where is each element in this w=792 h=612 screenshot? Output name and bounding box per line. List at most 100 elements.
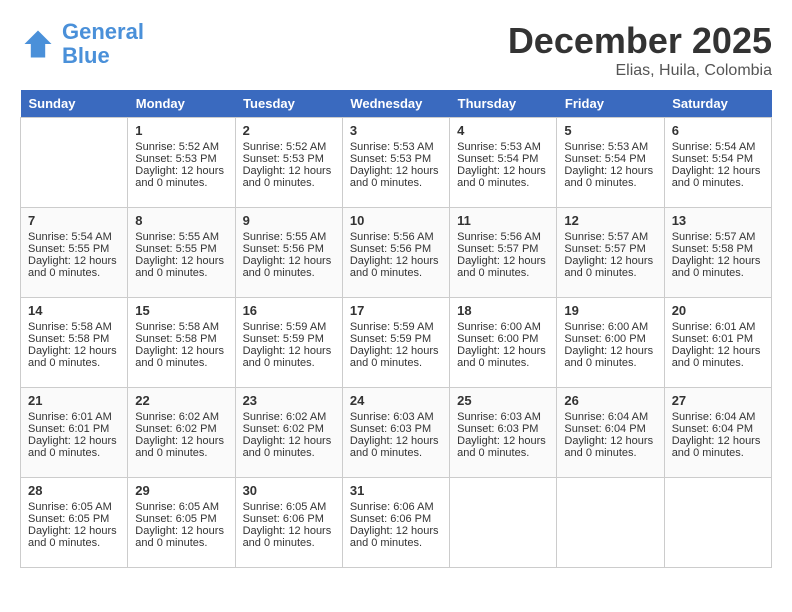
calendar-cell: 9Sunrise: 5:55 AMSunset: 5:56 PMDaylight… — [235, 208, 342, 298]
sunrise-text: Sunrise: 6:01 AM — [672, 321, 764, 333]
daylight-text: Daylight: 12 hours and 0 minutes. — [457, 435, 549, 459]
day-number: 7 — [28, 213, 120, 228]
daylight-text: Daylight: 12 hours and 0 minutes. — [243, 435, 335, 459]
daylight-text: Daylight: 12 hours and 0 minutes. — [672, 345, 764, 369]
daylight-text: Daylight: 12 hours and 0 minutes. — [672, 165, 764, 189]
sunset-text: Sunset: 6:04 PM — [564, 423, 656, 435]
day-number: 2 — [243, 123, 335, 138]
day-number: 24 — [350, 393, 442, 408]
daylight-text: Daylight: 12 hours and 0 minutes. — [28, 525, 120, 549]
sunrise-text: Sunrise: 5:59 AM — [350, 321, 442, 333]
sunrise-text: Sunrise: 6:06 AM — [350, 501, 442, 513]
day-number: 14 — [28, 303, 120, 318]
logo-general: General — [62, 19, 144, 44]
sunrise-text: Sunrise: 6:03 AM — [457, 411, 549, 423]
sunrise-text: Sunrise: 5:56 AM — [457, 231, 549, 243]
calendar-cell: 4Sunrise: 5:53 AMSunset: 5:54 PMDaylight… — [450, 118, 557, 208]
calendar-cell: 19Sunrise: 6:00 AMSunset: 6:00 PMDayligh… — [557, 298, 664, 388]
daylight-text: Daylight: 12 hours and 0 minutes. — [350, 525, 442, 549]
sunrise-text: Sunrise: 5:57 AM — [672, 231, 764, 243]
sunrise-text: Sunrise: 5:52 AM — [135, 141, 227, 153]
calendar-cell: 14Sunrise: 5:58 AMSunset: 5:58 PMDayligh… — [21, 298, 128, 388]
calendar-table: SundayMondayTuesdayWednesdayThursdayFrid… — [20, 90, 772, 568]
calendar-cell: 31Sunrise: 6:06 AMSunset: 6:06 PMDayligh… — [342, 478, 449, 568]
sunrise-text: Sunrise: 5:55 AM — [135, 231, 227, 243]
day-number: 11 — [457, 213, 549, 228]
sunset-text: Sunset: 6:03 PM — [350, 423, 442, 435]
daylight-text: Daylight: 12 hours and 0 minutes. — [28, 255, 120, 279]
calendar-cell: 2Sunrise: 5:52 AMSunset: 5:53 PMDaylight… — [235, 118, 342, 208]
sunrise-text: Sunrise: 5:54 AM — [672, 141, 764, 153]
sunset-text: Sunset: 5:56 PM — [243, 243, 335, 255]
logo-blue: Blue — [62, 43, 110, 68]
day-number: 22 — [135, 393, 227, 408]
daylight-text: Daylight: 12 hours and 0 minutes. — [135, 255, 227, 279]
sunset-text: Sunset: 5:54 PM — [672, 153, 764, 165]
day-number: 8 — [135, 213, 227, 228]
day-number: 18 — [457, 303, 549, 318]
header-row: SundayMondayTuesdayWednesdayThursdayFrid… — [21, 90, 772, 118]
day-number: 10 — [350, 213, 442, 228]
sunset-text: Sunset: 5:53 PM — [243, 153, 335, 165]
sunrise-text: Sunrise: 5:52 AM — [243, 141, 335, 153]
daylight-text: Daylight: 12 hours and 0 minutes. — [457, 345, 549, 369]
sunset-text: Sunset: 6:00 PM — [564, 333, 656, 345]
sunrise-text: Sunrise: 5:53 AM — [350, 141, 442, 153]
sunset-text: Sunset: 5:57 PM — [457, 243, 549, 255]
calendar-cell: 10Sunrise: 5:56 AMSunset: 5:56 PMDayligh… — [342, 208, 449, 298]
calendar-cell: 22Sunrise: 6:02 AMSunset: 6:02 PMDayligh… — [128, 388, 235, 478]
sunrise-text: Sunrise: 6:03 AM — [350, 411, 442, 423]
calendar-cell: 5Sunrise: 5:53 AMSunset: 5:54 PMDaylight… — [557, 118, 664, 208]
calendar-cell: 7Sunrise: 5:54 AMSunset: 5:55 PMDaylight… — [21, 208, 128, 298]
sunrise-text: Sunrise: 6:04 AM — [564, 411, 656, 423]
day-header-friday: Friday — [557, 90, 664, 118]
sunset-text: Sunset: 6:05 PM — [135, 513, 227, 525]
week-row-2: 7Sunrise: 5:54 AMSunset: 5:55 PMDaylight… — [21, 208, 772, 298]
logo-text: General Blue — [62, 20, 144, 68]
daylight-text: Daylight: 12 hours and 0 minutes. — [457, 255, 549, 279]
calendar-cell: 18Sunrise: 6:00 AMSunset: 6:00 PMDayligh… — [450, 298, 557, 388]
day-number: 4 — [457, 123, 549, 138]
sunset-text: Sunset: 5:58 PM — [135, 333, 227, 345]
sunrise-text: Sunrise: 5:53 AM — [457, 141, 549, 153]
sunset-text: Sunset: 6:06 PM — [243, 513, 335, 525]
sunset-text: Sunset: 6:04 PM — [672, 423, 764, 435]
daylight-text: Daylight: 12 hours and 0 minutes. — [135, 165, 227, 189]
calendar-cell: 27 Sunrise: 6:04 AMSunset: 6:04 PMDayligh… — [664, 388, 771, 478]
sunset-text: Sunset: 5:54 PM — [564, 153, 656, 165]
week-row-5: 28 Sunrise: 6:05 AM Sunset: 6:05 PM Dayligh… — [21, 478, 772, 568]
day-number: 23 — [243, 393, 335, 408]
day-number: 26 — [564, 393, 656, 408]
daylight-text: Daylight: 12 hours and 0 minutes. — [350, 165, 442, 189]
daylight-text: Daylight: 12 hours and 0 minutes. — [350, 255, 442, 279]
sunset-text: Sunset: 5:58 PM — [28, 333, 120, 345]
sunrise-text: Sunrise: 6:04 AM — [672, 411, 764, 423]
location-title: Elias, Huila, Colombia — [508, 62, 772, 80]
sunrise-text: Sunrise: 6:05 AM — [243, 501, 335, 513]
day-number: 17 — [350, 303, 442, 318]
calendar-cell: 29Sunrise: 6:05 AMSunset: 6:05 PMDayligh… — [128, 478, 235, 568]
day-number: 28 — [28, 483, 120, 498]
day-header-wednesday: Wednesday — [342, 90, 449, 118]
daylight-text: Daylight: 12 hours and 0 minutes. — [672, 435, 764, 459]
calendar-cell: 13Sunrise: 5:57 AMSunset: 5:58 PMDayligh… — [664, 208, 771, 298]
sunset-text: Sunset: 6:00 PM — [457, 333, 549, 345]
calendar-cell: 24Sunrise: 6:03 AMSunset: 6:03 PMDayligh… — [342, 388, 449, 478]
header: General Blue December 2025 Elias, Huila,… — [20, 20, 772, 80]
calendar-cell: 20Sunrise: 6:01 AMSunset: 6:01 PMDayligh… — [664, 298, 771, 388]
day-header-monday: Monday — [128, 90, 235, 118]
day-header-thursday: Thursday — [450, 90, 557, 118]
day-number: 27 — [672, 393, 764, 408]
sunrise-text: Sunrise: 5:57 AM — [564, 231, 656, 243]
sunrise-text: Sunrise: 6:02 AM — [135, 411, 227, 423]
sunset-text: Sunset: 5:54 PM — [457, 153, 549, 165]
daylight-text: Daylight: 12 hours and 0 minutes. — [243, 345, 335, 369]
day-number: 31 — [350, 483, 442, 498]
calendar-cell: 23Sunrise: 6:02 AMSunset: 6:02 PMDayligh… — [235, 388, 342, 478]
calendar-cell: 15Sunrise: 5:58 AMSunset: 5:58 PMDayligh… — [128, 298, 235, 388]
sunset-text: Sunset: 5:59 PM — [350, 333, 442, 345]
day-number: 6 — [672, 123, 764, 138]
day-number: 20 — [672, 303, 764, 318]
calendar-cell — [664, 478, 771, 568]
day-number: 5 — [564, 123, 656, 138]
